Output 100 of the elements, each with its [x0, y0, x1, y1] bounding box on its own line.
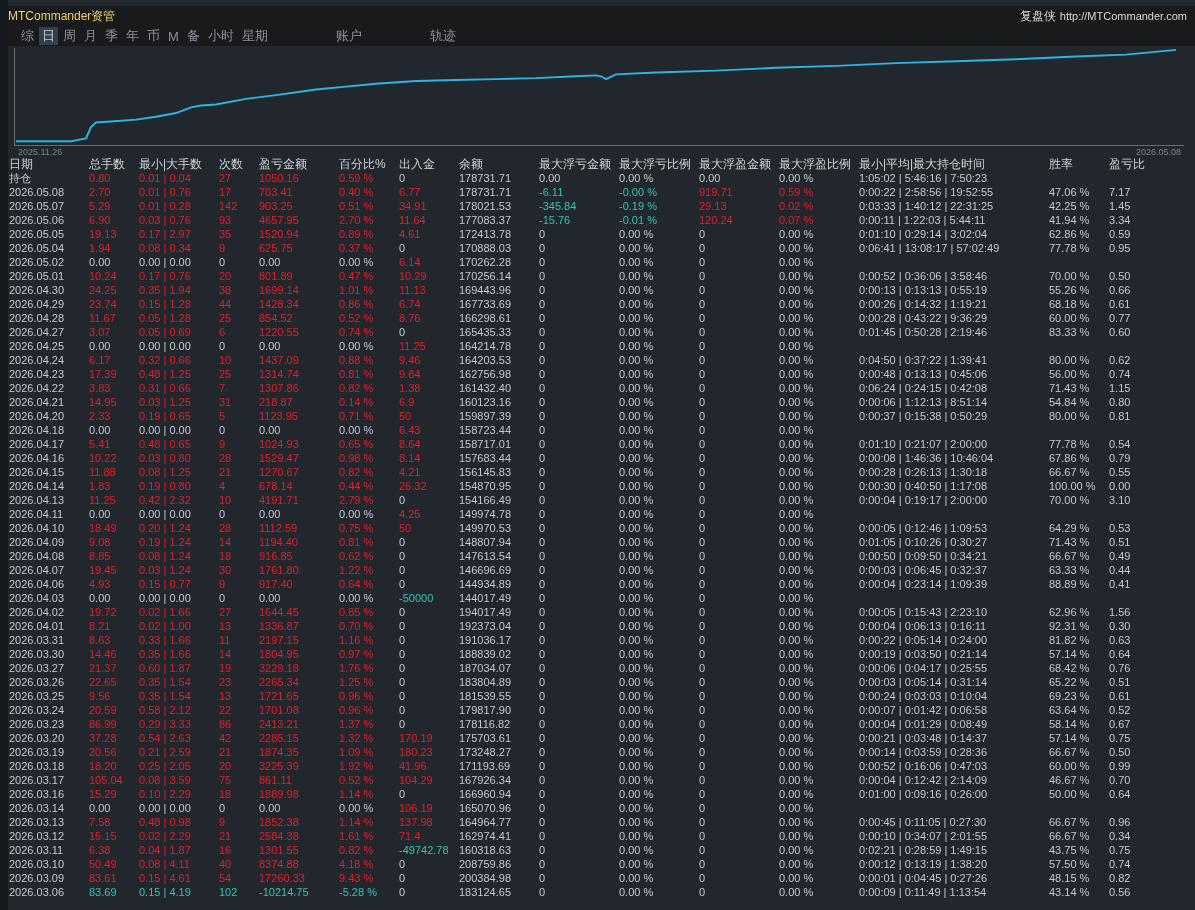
period-tab[interactable]: 年 [123, 27, 142, 45]
table-cell-text: 0 [699, 493, 707, 507]
table-cell-text: 68.42 % [1049, 661, 1091, 675]
table-cell-text: 0 [539, 843, 547, 857]
table-cell-text: 169443.96 [459, 283, 512, 297]
table-cell-text: 4.25 [399, 507, 422, 521]
table-cell-text: 70.00 % [1049, 493, 1091, 507]
table-cell-text: 0.50 [1109, 269, 1132, 283]
table-cell-text: 55.26 % [1049, 283, 1091, 297]
table-cell-text: 0.00 % [779, 479, 815, 493]
table-cell-text: 50 [399, 521, 413, 535]
period-tab[interactable]: 季 [102, 27, 121, 45]
table-cell-text: 0.00 % [779, 423, 815, 437]
table-cell-text: 1123.95 [259, 409, 299, 423]
period-tab[interactable]: 账户 [332, 27, 365, 45]
table-cell-text: 75 [219, 773, 233, 787]
table-cell-text: 171193.69 [459, 759, 512, 773]
table-cell-text: 0 [539, 703, 547, 717]
table-cell-text: 0.00 [259, 801, 282, 815]
table-cell-text: 20.59 [89, 703, 118, 717]
period-tab[interactable]: 周 [60, 27, 79, 45]
table-cell-text: 0 [399, 493, 407, 507]
table-cell-text: 0 [699, 633, 707, 647]
table-cell-text: 2413.21 [259, 717, 300, 731]
table-cell-text: 0.00 % [619, 731, 655, 745]
table-cell-text: 0.54 | 2.63 [139, 731, 192, 745]
table-cell-text: 0.00 % [339, 801, 375, 815]
table-cell-text: 916.85 [259, 549, 294, 563]
table-cell-text: 137.98 [399, 815, 434, 829]
table-cell-text: 8.21 [89, 619, 112, 633]
table-cell-text: 0.00 [89, 255, 112, 269]
table-cell-text: 0.37 % [339, 241, 375, 255]
table-cell-text: 0.00 % [619, 689, 655, 703]
period-tab[interactable]: 综 [18, 27, 37, 45]
table-cell-text: 2026.04.24 [9, 353, 66, 367]
period-tab[interactable]: 小时 [204, 27, 237, 45]
table-cell-text: 0.00 % [619, 703, 655, 717]
table-cell-text: 0.00 [259, 255, 282, 269]
table-cell-text: 7.58 [89, 815, 112, 829]
table-cell-text: 0.00 % [619, 745, 655, 759]
table-cell-text: 4.61 [399, 227, 422, 241]
table-cell-text: 0:00:13 | 0:13:13 | 0:55:19 [859, 283, 989, 297]
table-cell-text: 20.56 [89, 745, 118, 759]
column-header: 最小|平均|最大持仓时间 [859, 157, 987, 171]
table-cell-text: 0.02 % [779, 199, 815, 213]
table-cell-text: 0.10 | 2.29 [139, 787, 192, 801]
table-cell-text: 0.81 % [339, 535, 375, 549]
period-tab[interactable]: 日 [39, 27, 58, 45]
table-cell-text: 0 [539, 857, 547, 871]
table-cell-text: 2026.03.18 [9, 759, 66, 773]
table-cell-text: 0.00 % [779, 339, 815, 353]
table-cell-text: 0 [699, 283, 707, 297]
table-cell-text: 0.79 [1109, 451, 1132, 465]
table-cell-text: 0 [699, 297, 707, 311]
table-cell-text: 21 [219, 745, 233, 759]
table-cell-text: 0.14 % [339, 395, 375, 409]
table-cell-text: 861.11 [259, 773, 293, 787]
table-cell-text: 0.00 % [779, 549, 815, 563]
brand-name: 复盘侠 [1019, 7, 1056, 25]
table-cell-text: 0.00 % [779, 885, 815, 899]
table-cell-text: 47.06 % [1049, 185, 1091, 199]
period-tab[interactable]: 月 [81, 27, 100, 45]
table-cell-text: 42.25 % [1049, 199, 1091, 213]
table-cell-text: 2026.04.20 [9, 409, 66, 423]
table-cell-text: 0.00 % [779, 773, 815, 787]
table-cell-text: 1.56 [1109, 605, 1132, 619]
period-tab[interactable]: 轨迹 [426, 27, 459, 45]
table-cell-text: 0 [699, 773, 707, 787]
table-cell-text: 0.52 % [339, 773, 375, 787]
table-cell-text: 0 [399, 577, 407, 591]
table-cell-text: 0.00 % [619, 269, 655, 283]
period-tab[interactable]: 备 [183, 27, 203, 45]
period-tab[interactable]: 星期 [238, 27, 271, 45]
table-cell-text: 157683.44 [459, 451, 512, 465]
table-cell-text: 0 [699, 675, 707, 689]
table-cell-text: 0:00:30 | 0:40:50 | 1:17:08 [859, 479, 989, 493]
period-tab[interactable]: M [165, 27, 182, 45]
table-cell-text: 3.83 [89, 381, 112, 395]
table-cell-text: 14 [219, 535, 233, 549]
table-cell-text: 0:00:04 | 0:23:14 | 1:09:39 [859, 577, 989, 591]
table-cell-text: 0 [399, 619, 407, 633]
table-cell-text: 0.00 % [619, 857, 655, 871]
table-cell-text: 0.00 % [779, 843, 815, 857]
table-cell-text: 0.00 % [619, 815, 655, 829]
table-cell-text: 0.58 | 2.12 [139, 703, 192, 717]
table-cell-text: 0.00 % [779, 493, 815, 507]
table-cell-text: 0.03 | 1.25 [139, 395, 192, 409]
period-tab[interactable]: 币 [144, 27, 163, 45]
table-cell-text: 0 [699, 269, 707, 283]
table-cell-text: 0.01 | 0.28 [139, 199, 192, 213]
table-cell-text: 0.82 % [339, 465, 375, 479]
table-cell-text: -345.84 [539, 199, 578, 213]
table-cell-text: 43.14 % [1049, 885, 1091, 899]
table-cell-text: 0 [539, 577, 547, 591]
website-link[interactable]: http://MTCommander.com [1059, 10, 1187, 22]
column-header: 出入金 [399, 157, 436, 171]
table-cell-text: 173248.27 [459, 745, 512, 759]
table-cell-text: 0 [699, 423, 707, 437]
table-cell-text: 162974.41 [459, 829, 512, 843]
table-cell-text: 50.00 % [1049, 787, 1091, 801]
